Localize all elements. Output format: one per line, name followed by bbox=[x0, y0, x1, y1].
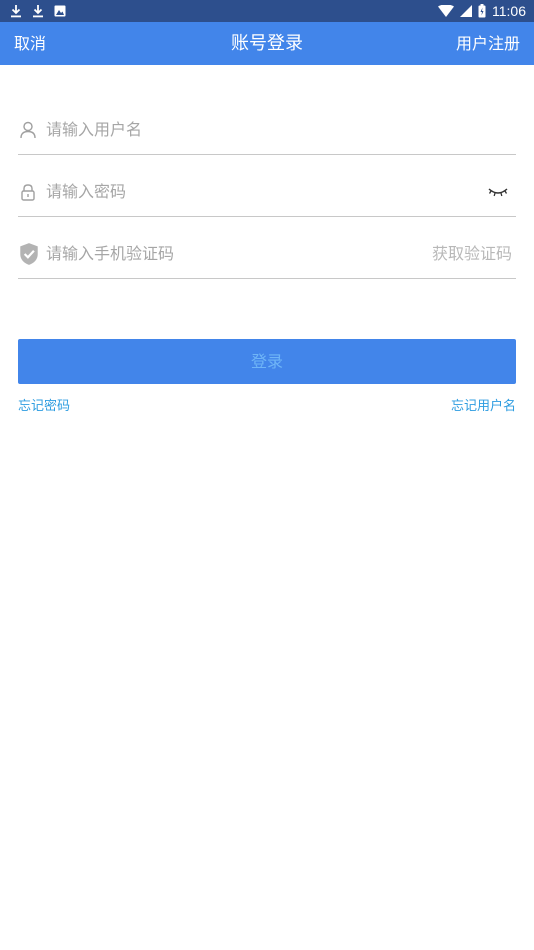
sms-code-field[interactable]: 请输入手机验证码 获取验证码 bbox=[18, 238, 516, 279]
register-button[interactable]: 用户注册 bbox=[456, 22, 520, 65]
username-placeholder: 请输入用户名 bbox=[46, 120, 143, 139]
password-field[interactable]: 请输入密码 bbox=[18, 176, 516, 217]
photo-icon bbox=[54, 5, 66, 17]
user-icon bbox=[20, 121, 36, 139]
download-icon bbox=[33, 5, 43, 18]
status-time: 11:06 bbox=[492, 3, 526, 19]
signal-icon bbox=[460, 5, 472, 17]
shield-check-icon bbox=[20, 243, 38, 265]
status-bar-system: 11:06 bbox=[438, 3, 526, 19]
login-button[interactable]: 登录 bbox=[18, 339, 516, 384]
password-placeholder: 请输入密码 bbox=[46, 182, 127, 201]
status-bar: 11:06 bbox=[0, 0, 534, 22]
sms-code-placeholder: 请输入手机验证码 bbox=[46, 244, 175, 263]
download-icon bbox=[11, 5, 21, 18]
username-field[interactable]: 请输入用户名 bbox=[18, 114, 516, 155]
get-code-button[interactable]: 获取验证码 bbox=[432, 238, 512, 270]
app-header: 取消 账号登录 用户注册 bbox=[0, 22, 534, 65]
lock-icon bbox=[21, 184, 35, 201]
forgot-username-link[interactable]: 忘记用户名 bbox=[451, 395, 516, 414]
forgot-password-link[interactable]: 忘记密码 bbox=[18, 395, 70, 414]
page-title: 账号登录 bbox=[231, 33, 303, 54]
wifi-icon bbox=[438, 5, 454, 17]
eye-closed-icon[interactable] bbox=[488, 186, 508, 198]
battery-icon bbox=[478, 4, 486, 18]
status-bar-notifications bbox=[10, 4, 66, 18]
